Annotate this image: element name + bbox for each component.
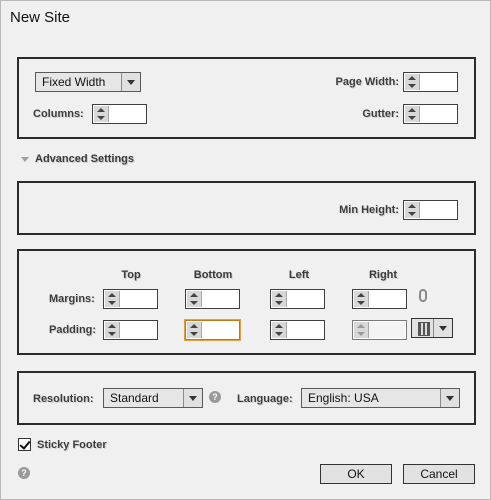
language-select[interactable]: English: USA bbox=[301, 388, 460, 408]
new-site-dialog: New Site Fixed Width Page Width: Columns… bbox=[0, 0, 491, 500]
header-bottom: Bottom bbox=[193, 269, 233, 281]
stepper-arrows-icon[interactable] bbox=[405, 106, 420, 122]
min-height-label: Min Height: bbox=[339, 204, 399, 216]
layout-mode-select[interactable]: Fixed Width bbox=[35, 72, 141, 92]
cancel-button[interactable]: Cancel bbox=[403, 464, 475, 484]
spacing-group: Top Bottom Left Right Margins: Padding: bbox=[17, 249, 476, 355]
layout-group: Fixed Width Page Width: Columns: Gutter: bbox=[17, 57, 476, 139]
fill-options-button[interactable] bbox=[411, 318, 453, 338]
margin-left-stepper[interactable] bbox=[270, 289, 325, 309]
page-width-label: Page Width: bbox=[335, 76, 399, 88]
resolution-label: Resolution: bbox=[33, 393, 94, 405]
chevron-down-icon bbox=[433, 319, 452, 337]
columns-stepper[interactable] bbox=[92, 104, 147, 124]
padding-label: Padding: bbox=[49, 324, 97, 336]
gutter-label: Gutter: bbox=[362, 108, 399, 120]
resolution-language-group: Resolution: Standard ? Language: English… bbox=[17, 371, 476, 425]
stepper-arrows-icon[interactable] bbox=[272, 291, 287, 307]
margin-bottom-stepper[interactable] bbox=[185, 289, 240, 309]
stepper-arrows-icon[interactable] bbox=[405, 202, 420, 218]
stepper-arrows-icon[interactable] bbox=[272, 322, 287, 338]
disclosure-triangle-icon bbox=[21, 156, 29, 162]
stepper-arrows-icon[interactable] bbox=[405, 74, 420, 90]
stepper-arrows-icon[interactable] bbox=[94, 106, 109, 122]
padding-bottom-stepper[interactable] bbox=[185, 320, 240, 340]
margin-right-stepper[interactable] bbox=[352, 289, 407, 309]
dialog-help-icon[interactable]: ? bbox=[18, 467, 30, 479]
header-right: Right bbox=[368, 269, 398, 281]
layout-mode-value: Fixed Width bbox=[42, 75, 106, 89]
stepper-arrows-icon[interactable] bbox=[105, 291, 120, 307]
padding-top-stepper[interactable] bbox=[103, 320, 158, 340]
margin-top-stepper[interactable] bbox=[103, 289, 158, 309]
gutter-stepper[interactable] bbox=[403, 104, 458, 124]
padding-right-stepper[interactable] bbox=[352, 320, 407, 340]
link-margins-icon[interactable] bbox=[419, 289, 427, 302]
film-strip-icon bbox=[418, 322, 430, 336]
stepper-arrows-icon[interactable] bbox=[354, 322, 369, 338]
header-left: Left bbox=[288, 269, 310, 281]
chevron-down-icon bbox=[121, 73, 140, 91]
advanced-settings-label: Advanced Settings bbox=[35, 153, 135, 165]
min-height-group: Min Height: bbox=[17, 181, 476, 235]
ok-button[interactable]: OK bbox=[320, 464, 392, 484]
language-value: English: USA bbox=[308, 391, 379, 405]
page-width-stepper[interactable] bbox=[403, 72, 458, 92]
dialog-title: New Site bbox=[10, 9, 71, 26]
header-top: Top bbox=[121, 269, 141, 281]
resolution-select[interactable]: Standard bbox=[103, 388, 203, 408]
stepper-arrows-icon[interactable] bbox=[105, 322, 120, 338]
stepper-arrows-icon[interactable] bbox=[187, 291, 202, 307]
margins-label: Margins: bbox=[49, 293, 95, 305]
chevron-down-icon bbox=[183, 389, 202, 407]
stepper-arrows-icon[interactable] bbox=[187, 322, 202, 338]
chevron-down-icon bbox=[440, 389, 459, 407]
sticky-footer-label[interactable]: Sticky Footer bbox=[37, 439, 107, 451]
language-label: Language: bbox=[237, 393, 293, 405]
sticky-footer-checkbox[interactable] bbox=[18, 438, 31, 451]
help-icon[interactable]: ? bbox=[209, 391, 221, 403]
resolution-value: Standard bbox=[110, 391, 159, 405]
stepper-arrows-icon[interactable] bbox=[354, 291, 369, 307]
advanced-settings-toggle[interactable]: Advanced Settings bbox=[21, 153, 134, 165]
min-height-stepper[interactable] bbox=[403, 200, 458, 220]
padding-left-stepper[interactable] bbox=[270, 320, 325, 340]
columns-label: Columns: bbox=[33, 108, 84, 120]
